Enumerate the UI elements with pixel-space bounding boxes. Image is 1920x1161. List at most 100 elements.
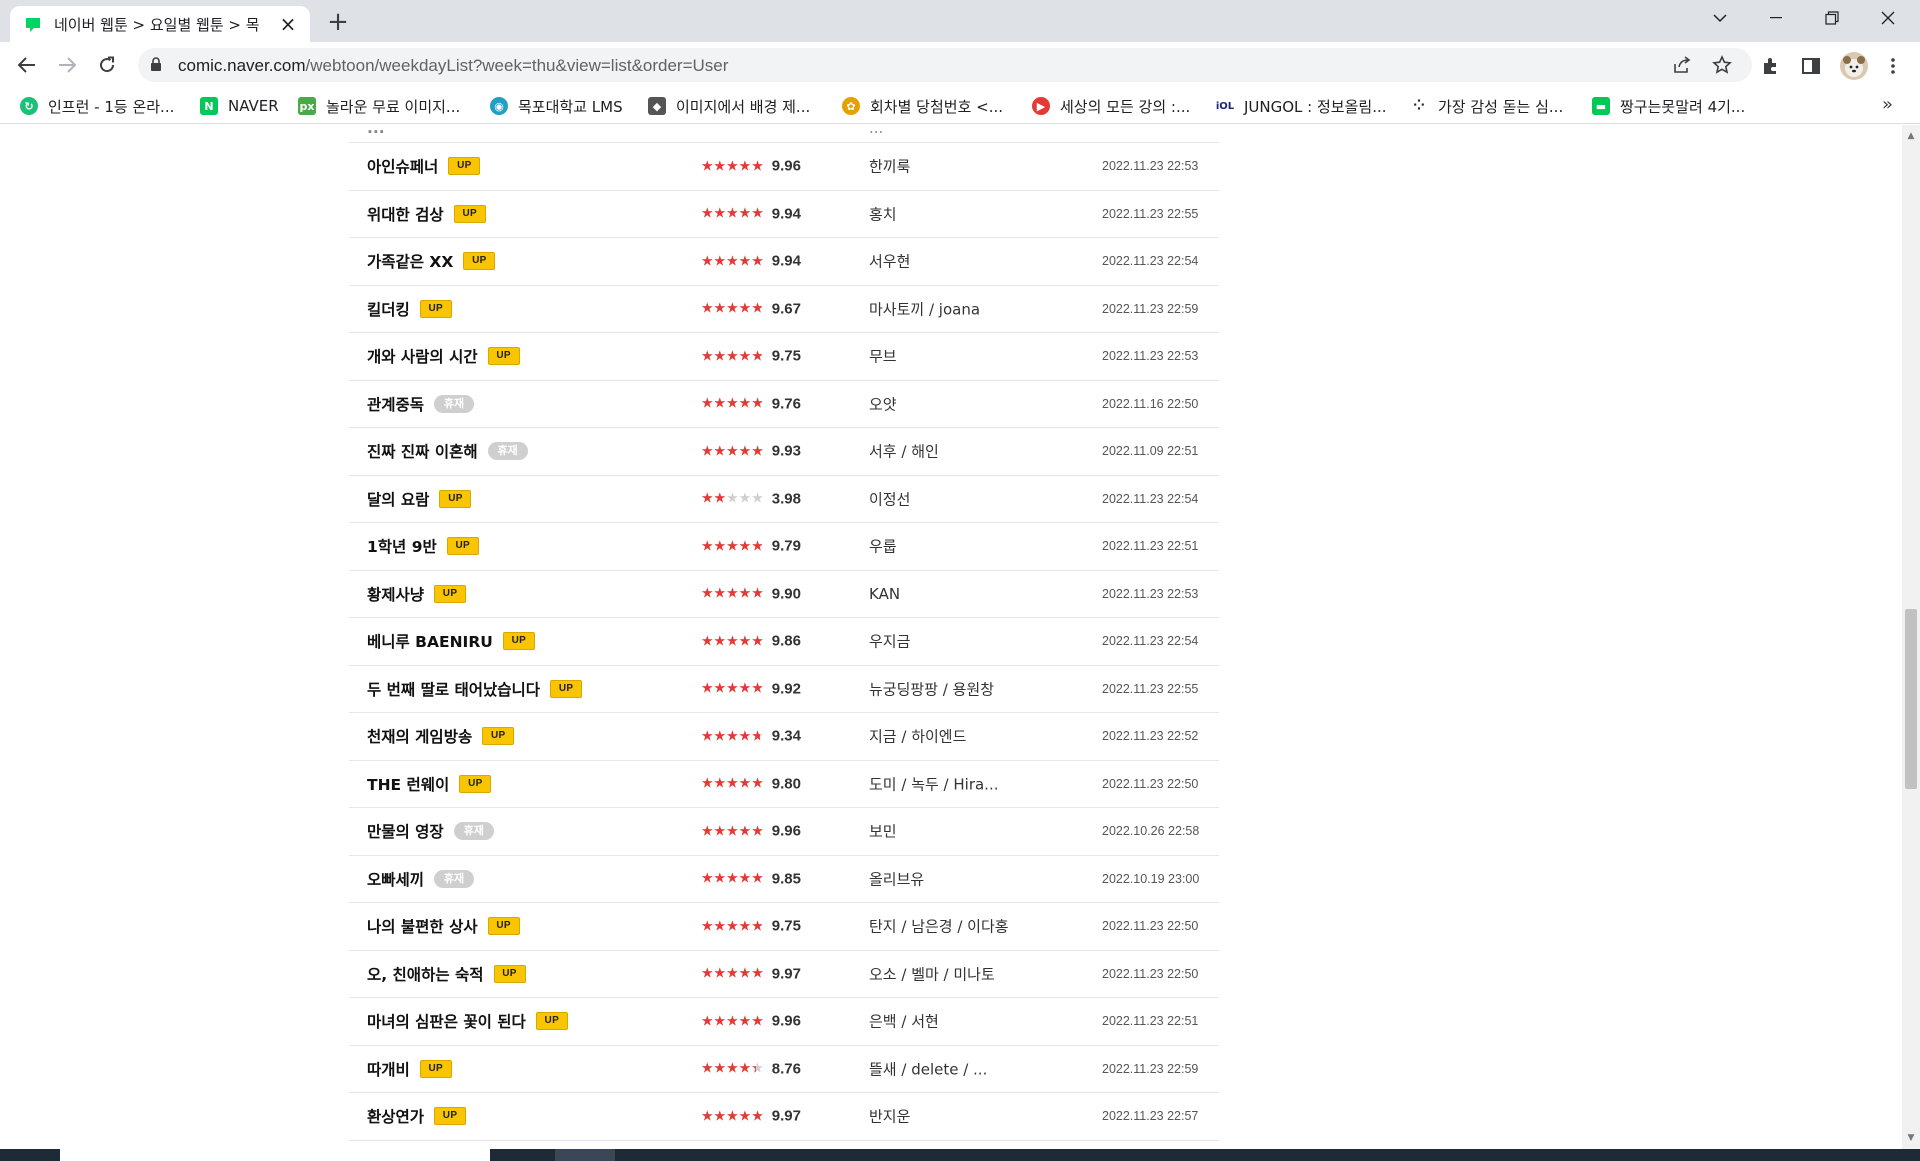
- star-fill-icon: ★★★★★: [701, 634, 763, 649]
- forward-button[interactable]: [52, 50, 82, 80]
- reload-button[interactable]: [92, 50, 122, 80]
- bookmarks-overflow-button[interactable]: »: [1882, 94, 1893, 115]
- line-icon: ▬: [1592, 97, 1610, 115]
- extensions-icon[interactable]: [1760, 55, 1782, 77]
- address-bar[interactable]: comic.naver.com/webtoon/weekdayList?week…: [138, 48, 1752, 82]
- up-badge: UP: [419, 299, 452, 318]
- webtoon-title-cell: 천재의 게임방송 UP: [367, 725, 515, 747]
- star-rating-icon: ★★★★★★★★★★: [701, 777, 764, 791]
- close-tab-icon[interactable]: ×: [278, 14, 298, 34]
- bookmark-lms[interactable]: ◉ 목포대학교 LMS: [490, 95, 623, 117]
- rating-score: 9.80: [771, 775, 801, 793]
- star-fill-icon: ★★★★★: [701, 1061, 756, 1076]
- author-cell: 서우현: [869, 252, 911, 271]
- table-row: 달의 요람 UP ★★★★★★★★★★ 3.98 이정선 2022.11.23 22:54: [349, 476, 1219, 523]
- bookmark-removebg[interactable]: ◆ 이미지에서 배경 제...: [648, 95, 810, 117]
- updated-date-cell: 2022.11.23 22:54: [1102, 634, 1199, 649]
- updated-date-cell: 2022.11.23 22:50: [1102, 966, 1199, 981]
- rating-cell: ★★★★★★★★★★ 3.98: [701, 490, 801, 507]
- bookmark-lotto[interactable]: ✿ 회차별 당첨번호 <...: [842, 95, 1003, 117]
- star-fill-icon: ★★★★★: [701, 919, 763, 934]
- up-badge: UP: [434, 1107, 467, 1126]
- taskbar-search-box[interactable]: [60, 1149, 490, 1161]
- active-tab[interactable]: 네이버 웹툰 > 요일별 웹툰 > 목 ×: [10, 6, 310, 42]
- webtoon-title-link[interactable]: 진짜 진짜 이혼해: [367, 440, 478, 462]
- author-cell: 보민: [869, 822, 897, 841]
- webtoon-title-cell: 1학년 9반 UP: [367, 535, 479, 557]
- webtoon-title-link[interactable]: 환상연가: [367, 1105, 424, 1127]
- scroll-up-arrow-icon[interactable]: ▲: [1902, 127, 1920, 145]
- webtoon-title-link[interactable]: 개와 사람의 시간: [367, 345, 478, 367]
- bookmark-star-icon[interactable]: [1712, 55, 1732, 75]
- star-rating-icon: ★★★★★★★★★★: [701, 444, 764, 458]
- webtoon-title-link[interactable]: 두 번째 딸로 태어났습니다: [367, 678, 540, 700]
- side-panel-icon[interactable]: [1800, 55, 1822, 77]
- rating-score: 9.97: [771, 965, 801, 983]
- webtoon-title-link[interactable]: 나의 불편한 상사: [367, 915, 478, 937]
- taskbar-app-chrome[interactable]: [555, 1149, 615, 1161]
- webtoon-title-link[interactable]: 관계중독: [367, 393, 424, 415]
- webtoon-title-link[interactable]: 킬더킹: [367, 298, 410, 320]
- scroll-down-arrow-icon[interactable]: ▼: [1902, 1129, 1920, 1147]
- profile-avatar[interactable]: [1840, 52, 1868, 80]
- webtoon-title-cell: 킬더킹 UP: [367, 298, 452, 320]
- bookmark-line[interactable]: ▬ 짱구는못말려 4기...: [1592, 95, 1745, 117]
- webtoon-title-link[interactable]: 황제사냥: [367, 583, 424, 605]
- rest-badge: 휴재: [434, 869, 475, 888]
- rating-cell: ★★★★★ ★★★★★ 9.75: [701, 918, 801, 935]
- star-fill-icon: ★★★★★: [701, 824, 764, 839]
- partial-row: ... ...: [349, 125, 1219, 143]
- bookmark-label: 세상의 모든 강의 :...: [1060, 97, 1191, 116]
- bookmark-inflearn[interactable]: ↻ 인프런 - 1등 온라...: [20, 95, 174, 117]
- lock-icon[interactable]: [150, 57, 162, 72]
- up-badge: UP: [419, 1059, 452, 1078]
- dots-icon: ⁘: [1410, 97, 1428, 115]
- webtoon-title-link[interactable]: 가족같은 XX: [367, 250, 453, 272]
- webtoon-title-link[interactable]: 달의 요람: [367, 488, 429, 510]
- webtoon-title-link[interactable]: 오, 친애하는 숙적: [367, 963, 484, 985]
- bookmark-label: 이미지에서 배경 제...: [676, 97, 811, 116]
- new-tab-button[interactable]: +: [324, 9, 352, 37]
- minimize-button[interactable]: [1748, 0, 1804, 36]
- rating-score: 9.76: [771, 395, 801, 413]
- bookmark-pixabay[interactable]: px 놀라운 무료 이미지...: [298, 95, 460, 117]
- webtoon-title-link[interactable]: 마녀의 심판은 꽃이 된다: [367, 1010, 526, 1032]
- star-fill-icon: ★★★★★: [701, 349, 763, 364]
- scrollbar-thumb[interactable]: [1905, 609, 1917, 789]
- webtoon-title-link[interactable]: 베니루 BAENIRU: [367, 630, 493, 652]
- rating-cell: ★★★★★ ★★★★★ 9.96: [701, 158, 801, 175]
- webtoon-title-link[interactable]: THE 런웨이: [367, 773, 449, 795]
- url-text[interactable]: comic.naver.com/webtoon/weekdayList?week…: [178, 56, 728, 76]
- up-badge: UP: [446, 537, 479, 556]
- webtoon-title-link[interactable]: 천재의 게임방송: [367, 725, 472, 747]
- webtoon-title-link[interactable]: 오빠세끼: [367, 868, 424, 890]
- webtoon-title-link[interactable]: 아인슈페너: [367, 155, 438, 177]
- close-window-button[interactable]: [1860, 0, 1916, 36]
- share-icon[interactable]: [1672, 55, 1692, 75]
- rating-cell: ★★★★★ ★★★★★ 9.92: [701, 680, 801, 697]
- star-fill-icon: ★★★★★: [701, 586, 764, 601]
- lotto-icon: ✿: [842, 97, 860, 115]
- author-cell: 올리브유: [869, 870, 925, 889]
- tab-search-icon[interactable]: [1692, 0, 1748, 36]
- webtoon-title-link[interactable]: 1학년 9반: [367, 535, 437, 557]
- bookmark-jungol[interactable]: iOL JUNGOL : 정보올림...: [1216, 95, 1387, 117]
- updated-date-cell: 2022.11.16 22:50: [1102, 396, 1199, 411]
- up-badge: UP: [459, 774, 492, 793]
- webtoon-title-link[interactable]: 따개비: [367, 1058, 410, 1080]
- bookmark-music[interactable]: ⁘ 가장 감성 돋는 심...: [1410, 95, 1563, 117]
- updated-date-cell: 2022.10.26 22:58: [1102, 824, 1200, 839]
- webtoon-title-link[interactable]: 만물의 영장: [367, 820, 444, 842]
- webtoon-title-link[interactable]: 위대한 검상: [367, 203, 444, 225]
- webtoon-title-cell: 진짜 진짜 이혼해 휴재: [367, 440, 528, 462]
- bookmark-naver[interactable]: N NAVER: [200, 95, 279, 117]
- menu-kebab-icon[interactable]: [1882, 55, 1904, 77]
- rating-cell: ★★★★★ ★★★★★ 9.79: [701, 538, 801, 555]
- webtoon-title-cell: 나의 불편한 상사 UP: [367, 915, 520, 937]
- back-button[interactable]: [12, 50, 42, 80]
- restore-button[interactable]: [1804, 0, 1860, 36]
- page-scrollbar[interactable]: ▲ ▼: [1902, 125, 1920, 1149]
- star-rating-icon: ★★★★★★★★★★: [701, 919, 764, 933]
- bookmark-lecture[interactable]: ▶ 세상의 모든 강의 :...: [1032, 95, 1190, 117]
- updated-date-cell: 2022.11.23 22:59: [1102, 301, 1199, 316]
